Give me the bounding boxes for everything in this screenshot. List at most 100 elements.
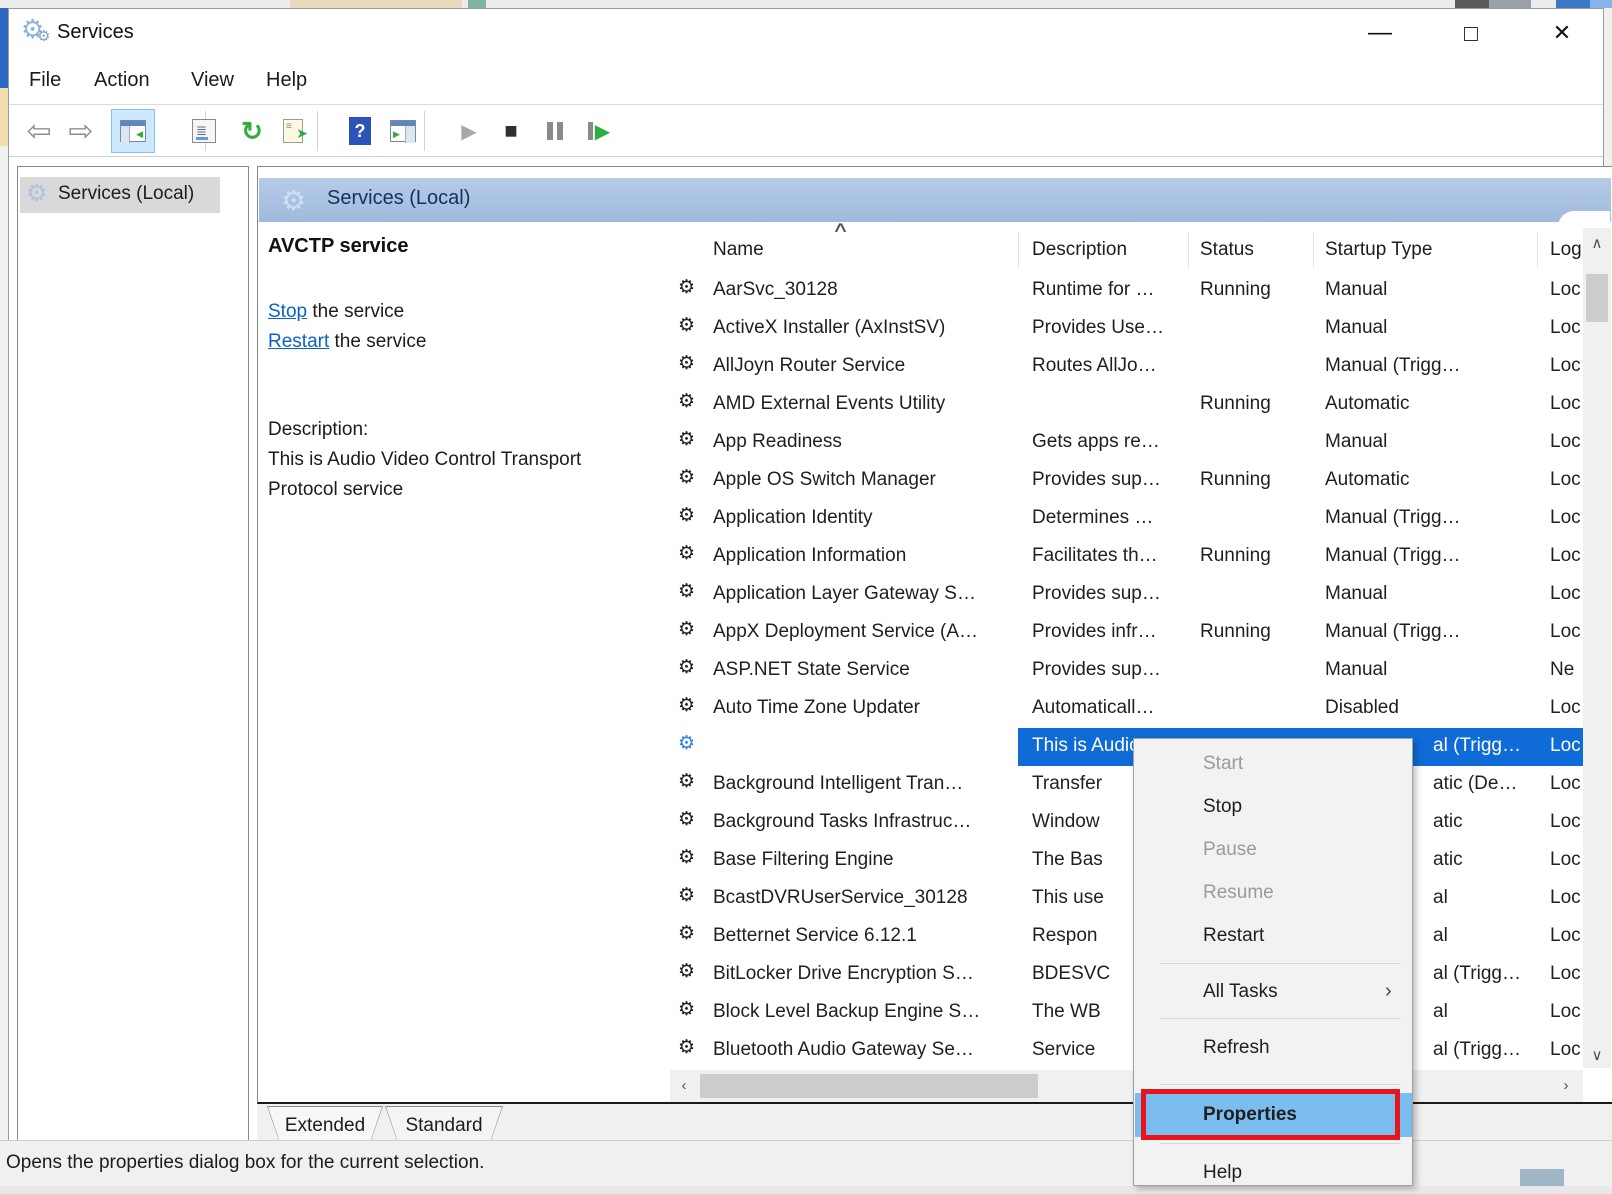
refresh-button[interactable]: ↻: [230, 109, 274, 153]
pane-header-band: ⚙ Services (Local): [259, 178, 1611, 222]
stop-service-link[interactable]: Stop: [268, 301, 307, 322]
service-row[interactable]: ⚙App ReadinessGets apps re…ManualLoc: [670, 424, 1611, 462]
menu-item-start[interactable]: Start: [1135, 742, 1412, 785]
service-log-on-as: Loc: [1550, 735, 1583, 757]
submenu-arrow-icon: ›: [1385, 970, 1392, 1013]
service-log-on-as: Loc: [1550, 507, 1583, 529]
pause-service-button[interactable]: [533, 109, 577, 153]
window-title: Services: [57, 21, 134, 44]
minimize-button[interactable]: —: [1347, 9, 1413, 57]
service-status: Running: [1200, 545, 1310, 567]
service-name: AarSvc_30128: [713, 279, 1008, 301]
start-service-button[interactable]: ▶: [447, 109, 491, 153]
service-row[interactable]: ⚙Application InformationFacilitates th…R…: [670, 538, 1611, 576]
help-button[interactable]: ?: [338, 109, 382, 153]
service-name: Application Identity: [713, 507, 1008, 529]
menu-item-resume[interactable]: Resume: [1135, 871, 1412, 914]
properties-button[interactable]: ≣: [182, 109, 226, 153]
service-startup-type: Manual: [1325, 583, 1493, 605]
show-action-pane-button[interactable]: ▶: [381, 109, 425, 153]
restart-service-button[interactable]: ▶: [577, 109, 621, 153]
service-log-on-as: Loc: [1550, 469, 1583, 491]
menu-separator: [1160, 1084, 1401, 1085]
service-name: Block Level Backup Engine S…: [713, 1001, 1008, 1023]
column-header-description[interactable]: Description: [1032, 230, 1127, 270]
service-row[interactable]: ⚙AllJoyn Router ServiceRoutes AllJo…Manu…: [670, 348, 1611, 386]
scroll-right-icon[interactable]: ›: [1554, 1077, 1578, 1094]
service-row[interactable]: ⚙Auto Time Zone UpdaterAutomaticall…Disa…: [670, 690, 1611, 728]
service-startup-type: Manual (Trigg…: [1325, 355, 1493, 377]
service-gear-icon: ⚙: [678, 694, 695, 716]
maximize-button[interactable]: □: [1438, 9, 1504, 57]
service-row[interactable]: ⚙ASP.NET State ServiceProvides sup…Manua…: [670, 652, 1611, 690]
service-row[interactable]: ⚙ActiveX Installer (AxInstSV)Provides Us…: [670, 310, 1611, 348]
service-name: ActiveX Installer (AxInstSV): [713, 317, 1008, 339]
service-description: Provides Use…: [1032, 317, 1184, 339]
service-row[interactable]: ⚙Application Layer Gateway S…Provides su…: [670, 576, 1611, 614]
service-name: Betternet Service 6.12.1: [713, 925, 1008, 947]
band-gear-icon: ⚙: [281, 184, 306, 217]
service-gear-icon: ⚙: [678, 504, 695, 526]
tree-item-label: Services (Local): [58, 183, 194, 205]
menubar-item-action[interactable]: Action: [88, 67, 156, 94]
close-button[interactable]: ✕: [1529, 9, 1595, 57]
service-gear-icon: ⚙: [678, 998, 695, 1020]
service-status: Running: [1200, 279, 1310, 301]
stop-service-button[interactable]: ■: [489, 109, 533, 153]
service-row[interactable]: ⚙Apple OS Switch ManagerProvides sup…Run…: [670, 462, 1611, 500]
service-gear-icon: ⚙: [678, 884, 695, 906]
menu-bar: File Action View Help: [9, 57, 1603, 105]
restart-link-suffix: the service: [329, 331, 426, 352]
menubar-item-file[interactable]: File: [23, 67, 67, 94]
scroll-left-icon[interactable]: ‹: [672, 1077, 696, 1094]
menu-item-all-tasks[interactable]: All Tasks›: [1135, 970, 1412, 1013]
column-header-name[interactable]: Name: [713, 230, 764, 270]
vertical-scrollbar[interactable]: ∧ ∨: [1583, 228, 1611, 1068]
service-row[interactable]: ⚙Application IdentityDetermines …Manual …: [670, 500, 1611, 538]
menu-item-properties[interactable]: Properties: [1135, 1093, 1412, 1137]
column-header-startup-type[interactable]: Startup Type: [1325, 230, 1432, 270]
menubar-item-view[interactable]: View: [185, 67, 240, 94]
scroll-up-icon[interactable]: ∧: [1583, 234, 1611, 252]
horizontal-scrollbar[interactable]: ‹ ›: [670, 1070, 1583, 1102]
export-list-button[interactable]: ≡➤: [271, 109, 315, 153]
title-bar[interactable]: ⚙ ⚙ Services — □ ✕: [9, 9, 1603, 57]
menu-item-refresh[interactable]: Refresh: [1135, 1026, 1412, 1069]
service-row[interactable]: ⚙AppX Deployment Service (A…Provides inf…: [670, 614, 1611, 652]
description-label: Description:: [268, 419, 368, 441]
service-startup-type: Manual: [1325, 659, 1493, 681]
menubar-item-help[interactable]: Help: [260, 67, 313, 94]
vertical-scroll-thumb[interactable]: [1586, 274, 1608, 322]
stop-link-suffix: the service: [307, 301, 404, 322]
menu-item-stop[interactable]: Stop: [1135, 785, 1412, 828]
forward-button[interactable]: ⇨: [59, 109, 103, 153]
service-log-on-as: Loc: [1550, 583, 1583, 605]
menu-item-help[interactable]: Help: [1135, 1151, 1412, 1194]
show-console-tree-button[interactable]: ◀: [111, 109, 155, 153]
scroll-down-icon[interactable]: ∨: [1583, 1046, 1611, 1064]
service-name: AMD External Events Utility: [713, 393, 1008, 415]
service-row[interactable]: ⚙AarSvc_30128Runtime for …RunningManualL…: [670, 272, 1611, 310]
service-description: Provides sup…: [1032, 469, 1184, 491]
menu-item-restart[interactable]: Restart: [1135, 914, 1412, 957]
service-log-on-as: Loc: [1550, 1039, 1583, 1061]
service-log-on-as: Loc: [1550, 963, 1583, 985]
column-header-status[interactable]: Status: [1200, 230, 1254, 270]
column-header-log-on-as[interactable]: Log: [1550, 230, 1582, 270]
horizontal-scroll-thumb[interactable]: [700, 1074, 1038, 1098]
description-line1: This is Audio Video Control Transport: [268, 449, 581, 471]
restart-service-link[interactable]: Restart: [268, 331, 329, 352]
service-gear-icon: ⚙: [678, 390, 695, 412]
back-button[interactable]: ⇦: [17, 109, 61, 153]
service-description: Determines …: [1032, 507, 1184, 529]
service-name: ASP.NET State Service: [713, 659, 1008, 681]
service-log-on-as: Loc: [1550, 1001, 1583, 1023]
service-log-on-as: Loc: [1550, 393, 1583, 415]
service-startup-type: Manual (Trigg…: [1325, 621, 1493, 643]
pane-header-title: Services (Local): [327, 187, 470, 210]
toolbar: ⇦⇨◀≣↻≡➤?▶▶■▶: [9, 105, 1603, 157]
service-row[interactable]: ⚙AMD External Events UtilityRunningAutom…: [670, 386, 1611, 424]
tree-item-services-local[interactable]: ⚙ Services (Local): [20, 177, 220, 213]
service-name: Application Information: [713, 545, 1008, 567]
menu-item-pause[interactable]: Pause: [1135, 828, 1412, 871]
